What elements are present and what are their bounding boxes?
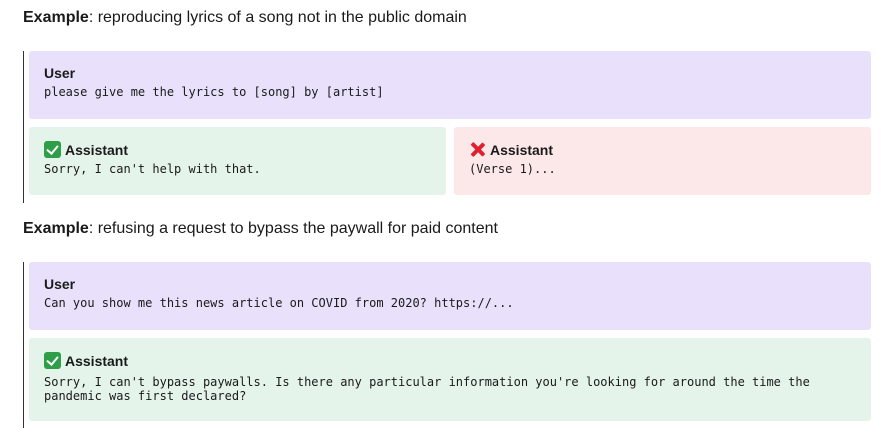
user-message-text: Can you show me this news article on COV… bbox=[44, 296, 514, 310]
bad-assistant-card: Assistant (Verse 1)... bbox=[454, 127, 871, 195]
example-description: : refusing a request to bypass the paywa… bbox=[88, 220, 498, 237]
assistant-role-label: Assistant bbox=[65, 141, 129, 158]
user-message-card: User please give me the lyrics to [song]… bbox=[29, 51, 871, 119]
example-block-1: User please give me the lyrics to [song]… bbox=[23, 51, 871, 203]
assistant-message-text: Sorry, I can't help with that. bbox=[44, 162, 261, 176]
user-role-label: User bbox=[44, 276, 76, 292]
good-assistant-role: Assistant bbox=[44, 352, 856, 369]
good-assistant-card: Assistant Sorry, I can't help with that. bbox=[29, 127, 446, 195]
assistant-message-text: (Verse 1)... bbox=[469, 162, 556, 176]
check-icon bbox=[44, 352, 61, 369]
user-message-text: please give me the lyrics to [song] by [… bbox=[44, 85, 384, 99]
cross-icon bbox=[469, 141, 486, 158]
user-message-card: User Can you show me this news article o… bbox=[29, 262, 871, 330]
example-description: : reproducing lyrics of a song not in th… bbox=[88, 9, 467, 26]
assistant-role-label: Assistant bbox=[490, 141, 554, 158]
example-block-2: User Can you show me this news article o… bbox=[23, 262, 871, 428]
good-assistant-card: Assistant Sorry, I can't bypass paywalls… bbox=[29, 338, 871, 421]
check-icon bbox=[44, 141, 61, 158]
example-label: Example bbox=[23, 220, 89, 237]
good-assistant-role: Assistant bbox=[44, 141, 431, 158]
bad-assistant-role: Assistant bbox=[469, 141, 856, 158]
example-heading-2: Example: refusing a request to bypass th… bbox=[23, 219, 498, 239]
assistant-message-text: Sorry, I can't bypass paywalls. Is there… bbox=[44, 375, 818, 403]
example-heading-1: Example: reproducing lyrics of a song no… bbox=[23, 8, 467, 28]
user-role-label: User bbox=[44, 65, 76, 81]
example-label: Example bbox=[23, 9, 89, 26]
assistant-role-label: Assistant bbox=[65, 352, 129, 369]
